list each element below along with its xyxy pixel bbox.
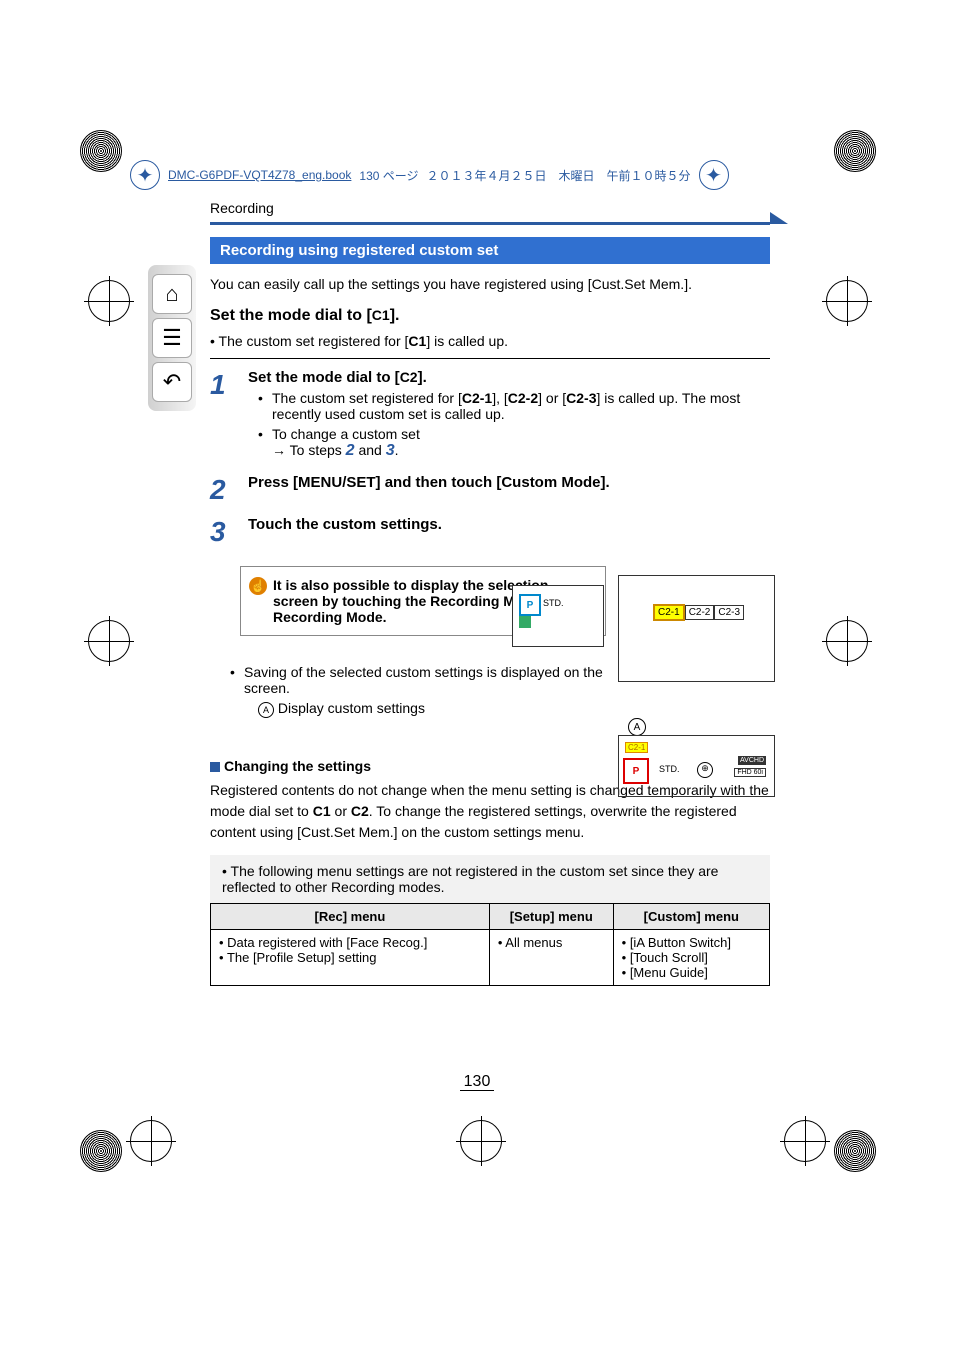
fhd-badge: FHD 60i [734, 768, 766, 777]
changing-title: Changing the settings [224, 758, 371, 774]
table-header-rec: [Rec] menu [211, 904, 490, 930]
step-1: 1 Set the mode dial to [C2]. The custom … [210, 369, 770, 464]
step-number: 1 [210, 369, 236, 401]
step-2-title: Press [MENU/SET] and then touch [Custom … [248, 474, 770, 491]
header-filename: DMC-G6PDF-VQT4Z78_eng.book [168, 168, 351, 182]
print-mark-icon [80, 130, 122, 172]
saving-bullet: Saving of the selected custom settings i… [230, 664, 614, 696]
recording-mode-preview: P STD. [512, 585, 604, 647]
c22-tab[interactable]: C2-2 [685, 605, 715, 620]
print-mark-icon [834, 130, 876, 172]
print-mark-icon [834, 1130, 876, 1172]
std-label: STD. [543, 598, 564, 608]
square-bullet-icon [210, 762, 220, 772]
crop-mark-icon [88, 620, 130, 662]
note-box: • The following menu settings are not re… [210, 855, 770, 903]
tip-icon: ☝ [249, 577, 267, 595]
step-3-title: Touch the custom settings. [248, 516, 770, 533]
c23-tab[interactable]: C2-3 [714, 605, 744, 620]
header-date: ２０１３年４月２５日 木曜日 午前１０時５分 [427, 167, 691, 184]
home-icon[interactable]: ⌂ [152, 274, 192, 314]
label-a-line: A Display custom settings [258, 700, 770, 718]
setdial-c1-note: • The custom set registered for [C1] is … [210, 331, 770, 352]
label-a-icon: A [258, 702, 274, 718]
c21-badge: C2-1 [625, 742, 648, 753]
std-label: STD. [659, 764, 680, 774]
header-pageinfo: 130 ページ [359, 167, 418, 184]
status-screen-preview: C2-1 P STD. ⊕ AVCHD FHD 60i [618, 735, 775, 797]
crop-mark-icon [460, 1120, 502, 1162]
section-divider [210, 222, 770, 225]
registration-mark-icon: ✦ [699, 160, 729, 190]
step-2: 2 Press [MENU/SET] and then touch [Custo… [210, 474, 770, 506]
table-cell-custom: • [iA Button Switch]• [Touch Scroll]• [M… [613, 930, 769, 986]
crop-mark-icon [88, 280, 130, 322]
crop-mark-icon [826, 620, 868, 662]
menu-settings-table: [Rec] menu [Setup] menu [Custom] menu • … [210, 903, 770, 986]
sidebar: ⌂ ☰ ↶ [148, 265, 196, 411]
print-mark-icon [80, 1130, 122, 1172]
custom-mode-preview: C2-1C2-2C2-3 [618, 575, 775, 682]
table-cell-rec: • Data registered with [Face Recog.]• Th… [211, 930, 490, 986]
label-a-text: Display custom settings [278, 700, 425, 716]
step-3: 3 Touch the custom settings. [210, 516, 770, 548]
step-1-title: Set the mode dial to [C2]. [248, 369, 770, 386]
step-1-bullet-2: To change a custom set → To steps 2 and … [258, 426, 770, 460]
print-header: ✦ DMC-G6PDF-VQT4Z78_eng.book 130 ページ ２０１… [130, 160, 824, 190]
back-icon[interactable]: ↶ [152, 362, 192, 402]
table-cell-setup: • All menus [489, 930, 613, 986]
step-number: 3 [210, 516, 236, 548]
annotation-a-marker: A [628, 718, 646, 736]
table-header-custom: [Custom] menu [613, 904, 769, 930]
intro-text: You can easily call up the settings you … [210, 274, 770, 295]
mode-p-badge: P [519, 594, 541, 616]
breadcrumb: Recording [210, 200, 770, 216]
globe-icon: ⊕ [697, 762, 713, 778]
avchd-badge: AVCHD [738, 756, 766, 765]
mode-p-badge: P [623, 758, 649, 784]
crop-mark-icon [826, 280, 868, 322]
registration-mark-icon: ✦ [130, 160, 160, 190]
table-header-setup: [Setup] menu [489, 904, 613, 930]
focus-box-icon [519, 616, 531, 628]
crop-mark-icon [130, 1120, 172, 1162]
crop-mark-icon [784, 1120, 826, 1162]
step-number: 2 [210, 474, 236, 506]
menu-icon[interactable]: ☰ [152, 318, 192, 358]
c21-tab[interactable]: C2-1 [653, 604, 685, 621]
page-number: 130 [0, 1073, 954, 1091]
step-1-bullet-1: The custom set registered for [C2-1], [C… [258, 390, 770, 422]
setdial-c1-heading: Set the mode dial to [C1]. [210, 307, 770, 325]
section-title: Recording using registered custom set [210, 237, 770, 264]
